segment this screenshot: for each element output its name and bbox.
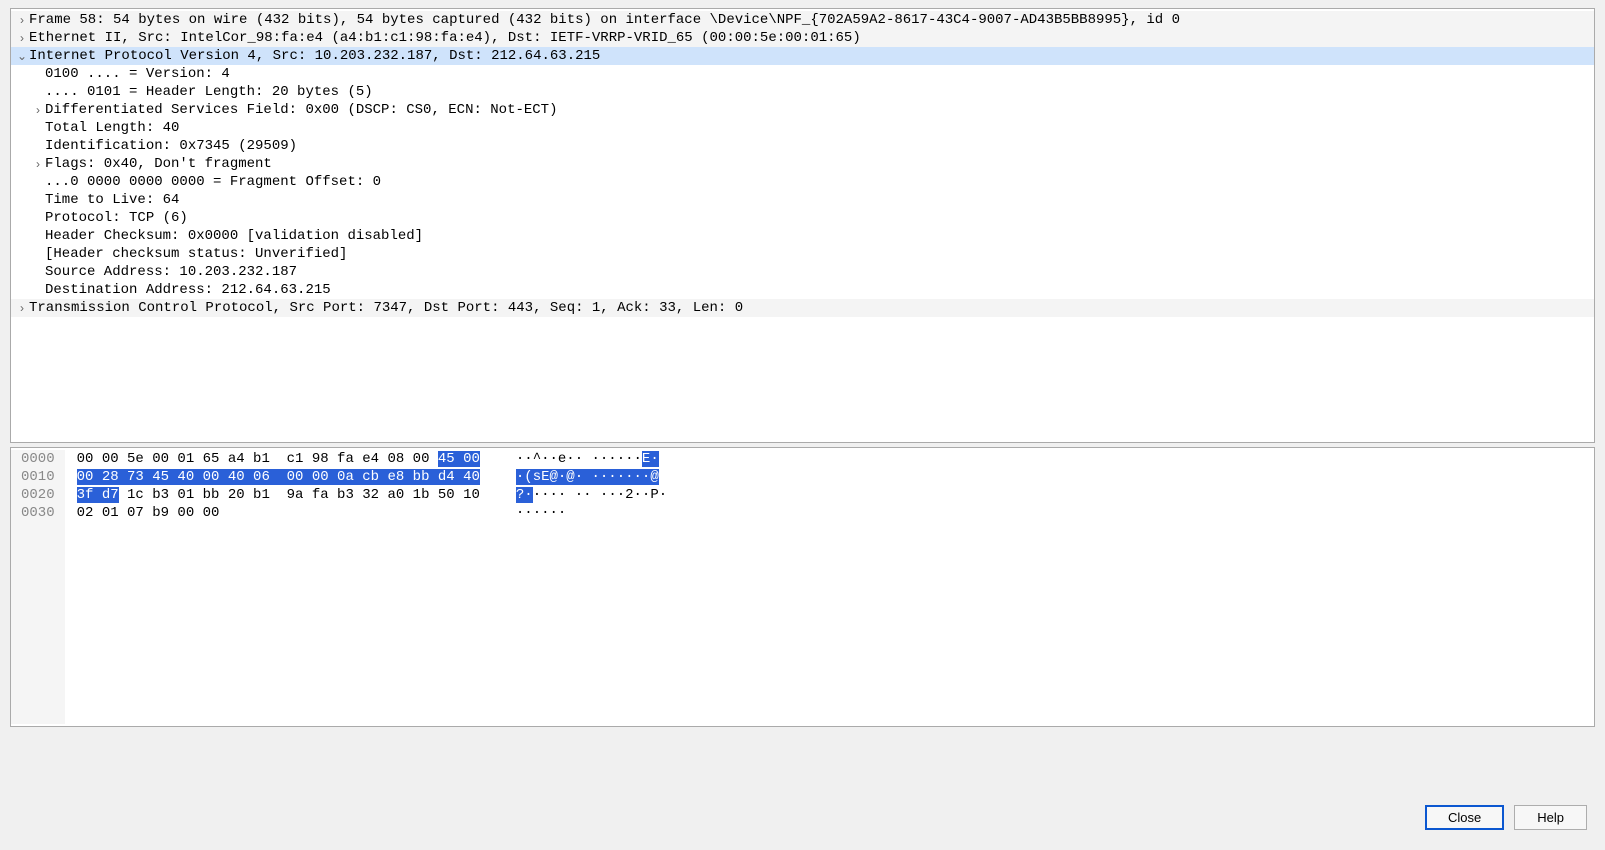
tree-ip-totlen[interactable]: Total Length: 40: [11, 119, 1594, 137]
tree-ip-dst[interactable]: Destination Address: 212.64.63.215: [11, 281, 1594, 299]
dialog-button-bar: Close Help: [1425, 805, 1587, 830]
tree-ip-flags[interactable]: › Flags: 0x40, Don't fragment: [11, 155, 1594, 173]
ascii-highlight: E·: [642, 451, 659, 467]
ascii-row-2[interactable]: ?····· ·· ···2··P·: [516, 486, 667, 504]
hex-highlight: 00 28 73 45 40 00 40 06 00 00 0a cb e8 b…: [77, 469, 480, 485]
hex-row-1[interactable]: 00 28 73 45 40 00 40 06 00 00 0a cb e8 b…: [77, 468, 480, 486]
tree-tcp-text: Transmission Control Protocol, Src Port:…: [29, 299, 743, 317]
tree-ip-cksum[interactable]: Header Checksum: 0x0000 [validation disa…: [11, 227, 1594, 245]
help-button[interactable]: Help: [1514, 805, 1587, 830]
bytes-offset-column: 0000001000200030: [11, 450, 65, 724]
tree-tcp[interactable]: › Transmission Control Protocol, Src Por…: [11, 299, 1594, 317]
ascii-highlight: ·(sE@·@· ·······@: [516, 469, 659, 485]
hex-row-2[interactable]: 3f d7 1c b3 01 bb 20 b1 9a fa b3 32 a0 1…: [77, 486, 480, 504]
tree-ip-hlen[interactable]: .... 0101 = Header Length: 20 bytes (5): [11, 83, 1594, 101]
packet-details-pane[interactable]: › Frame 58: 54 bytes on wire (432 bits),…: [10, 8, 1595, 443]
tree-ip-cksum-status[interactable]: [Header checksum status: Unverified]: [11, 245, 1594, 263]
hex-highlight: 45 00: [438, 451, 480, 467]
chevron-right-icon[interactable]: ›: [31, 155, 45, 173]
tree-frame-text: Frame 58: 54 bytes on wire (432 bits), 5…: [29, 11, 1180, 29]
tree-ip-fragoff[interactable]: ...0 0000 0000 0000 = Fragment Offset: 0: [11, 173, 1594, 191]
bytes-ascii-column[interactable]: ··^··e·· ······E··(sE@·@· ·······@?·····…: [486, 450, 673, 724]
packet-bytes-pane[interactable]: 0000001000200030 00 00 5e 00 01 65 a4 b1…: [10, 447, 1595, 727]
tree-ipv4[interactable]: ⌄ Internet Protocol Version 4, Src: 10.2…: [11, 47, 1594, 65]
hex-highlight: 3f d7: [77, 487, 119, 503]
tree-ip-proto[interactable]: Protocol: TCP (6): [11, 209, 1594, 227]
tree-frame[interactable]: › Frame 58: 54 bytes on wire (432 bits),…: [11, 11, 1594, 29]
chevron-down-icon[interactable]: ⌄: [15, 47, 29, 65]
ascii-row-0[interactable]: ··^··e·· ······E·: [516, 450, 667, 468]
chevron-right-icon[interactable]: ›: [15, 11, 29, 29]
bytes-hex-column[interactable]: 00 00 5e 00 01 65 a4 b1 c1 98 fa e4 08 0…: [65, 450, 486, 724]
chevron-right-icon[interactable]: ›: [15, 29, 29, 47]
chevron-right-icon[interactable]: ›: [15, 299, 29, 317]
tree-ethernet[interactable]: › Ethernet II, Src: IntelCor_98:fa:e4 (a…: [11, 29, 1594, 47]
ascii-row-1[interactable]: ·(sE@·@· ·······@: [516, 468, 667, 486]
tree-ip-text: Internet Protocol Version 4, Src: 10.203…: [29, 47, 600, 65]
tree-ip-version[interactable]: 0100 .... = Version: 4: [11, 65, 1594, 83]
hex-row-3[interactable]: 02 01 07 b9 00 00: [77, 504, 480, 522]
hex-row-0[interactable]: 00 00 5e 00 01 65 a4 b1 c1 98 fa e4 08 0…: [77, 450, 480, 468]
tree-ip-id[interactable]: Identification: 0x7345 (29509): [11, 137, 1594, 155]
tree-eth-text: Ethernet II, Src: IntelCor_98:fa:e4 (a4:…: [29, 29, 861, 47]
tree-ip-src[interactable]: Source Address: 10.203.232.187: [11, 263, 1594, 281]
chevron-right-icon[interactable]: ›: [31, 101, 45, 119]
close-button[interactable]: Close: [1425, 805, 1504, 830]
tree-ip-ttl[interactable]: Time to Live: 64: [11, 191, 1594, 209]
ascii-row-3[interactable]: ······: [516, 504, 667, 522]
ascii-highlight: ?·: [516, 487, 533, 503]
tree-ip-dsf[interactable]: › Differentiated Services Field: 0x00 (D…: [11, 101, 1594, 119]
